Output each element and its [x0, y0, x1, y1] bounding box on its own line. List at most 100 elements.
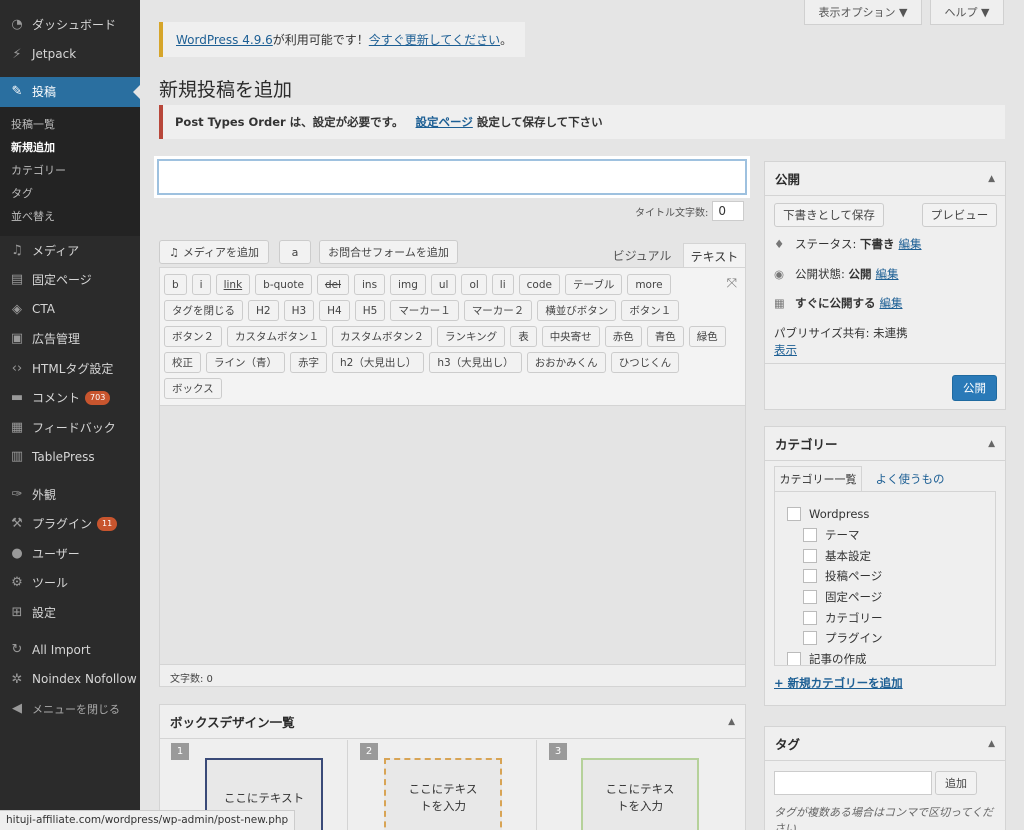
collapse-arrow-icon[interactable]: ▲: [988, 174, 995, 184]
update-now-link[interactable]: 今すぐ更新してください: [369, 31, 500, 48]
quicktag-button[interactable]: b-quote: [255, 274, 312, 295]
quicktag-button[interactable]: ライン（青）: [206, 352, 285, 373]
add-media-button[interactable]: ♫ メディアを追加: [159, 240, 269, 264]
menu-tools[interactable]: ⚙ ツール: [0, 568, 140, 598]
tab-text[interactable]: テキスト: [683, 243, 746, 268]
add-category-link[interactable]: + 新規カテゴリーを追加: [774, 675, 903, 691]
collapse-arrow-icon[interactable]: ▲: [988, 439, 995, 449]
quicktag-button[interactable]: li: [491, 274, 514, 295]
quicktag-button[interactable]: 中央寄せ: [541, 326, 600, 347]
category-checkbox[interactable]: [803, 631, 817, 646]
collapse-arrow-icon[interactable]: ▲: [728, 717, 735, 727]
show-publicize-link[interactable]: 表示: [774, 342, 797, 358]
settings-page-link[interactable]: 設定ページ: [416, 114, 473, 130]
quicktag-button[interactable]: マーカー１: [390, 300, 459, 321]
quicktag-button[interactable]: ins: [354, 274, 386, 295]
category-item[interactable]: プラグイン: [787, 628, 995, 649]
quicktag-button[interactable]: H2: [248, 300, 279, 321]
category-checkbox[interactable]: [803, 590, 817, 605]
menu-cta[interactable]: ◈ CTA: [0, 295, 140, 325]
fullscreen-icon[interactable]: ⤧: [727, 276, 737, 291]
version-link[interactable]: WordPress 4.9.6: [176, 33, 273, 47]
category-item[interactable]: 投稿ページ: [787, 566, 995, 587]
menu-users[interactable]: ● ユーザー: [0, 539, 140, 569]
category-checkbox[interactable]: [803, 610, 817, 625]
quicktag-button[interactable]: ボックス: [164, 378, 222, 399]
submenu-all-posts[interactable]: 投稿一覧: [0, 113, 140, 136]
quicktag-button[interactable]: H3: [283, 300, 315, 321]
tag-input[interactable]: [774, 771, 932, 795]
menu-comments[interactable]: ▬ コメント 703: [0, 383, 140, 413]
quicktag-button[interactable]: 緑色: [688, 326, 726, 347]
menu-settings[interactable]: ⊞ 設定: [0, 598, 140, 628]
menu-media[interactable]: ♫ メディア: [0, 236, 140, 266]
quicktag-button[interactable]: カスタムボタン１: [227, 326, 327, 347]
tab-all-categories[interactable]: カテゴリー一覧: [774, 466, 862, 491]
menu-dashboard[interactable]: ◔ ダッシュボード: [0, 10, 140, 40]
menu-pages[interactable]: ▤ 固定ページ: [0, 265, 140, 295]
quicktag-button[interactable]: タグを閉じる: [164, 300, 243, 321]
menu-plugins[interactable]: ⚒ プラグイン 11: [0, 509, 140, 539]
amazon-button[interactable]: a: [279, 240, 311, 264]
publish-header[interactable]: 公開 ▲: [765, 162, 1005, 196]
menu-tablepress[interactable]: ▥ TablePress: [0, 442, 140, 472]
menu-appearance[interactable]: ✑ 外観: [0, 480, 140, 510]
quicktag-button[interactable]: おおかみくん: [526, 352, 606, 373]
category-item[interactable]: 記事の作成: [787, 649, 995, 665]
menu-feedback[interactable]: ▦ フィードバック: [0, 413, 140, 443]
menu-noindex[interactable]: ✲ Noindex Nofollow: [0, 665, 140, 695]
quicktag-button[interactable]: テーブル: [564, 274, 623, 295]
quicktag-button[interactable]: H4: [319, 300, 350, 321]
quicktag-button[interactable]: ボタン１: [621, 300, 680, 321]
tab-visual[interactable]: ビジュアル: [606, 243, 678, 268]
quicktag-button[interactable]: ul: [430, 274, 457, 295]
quicktag-button[interactable]: img: [390, 274, 426, 295]
category-checkbox[interactable]: [787, 652, 801, 665]
categories-header[interactable]: カテゴリー ▲: [765, 427, 1005, 461]
preview-button[interactable]: プレビュー: [922, 203, 997, 227]
menu-posts[interactable]: ✎ 投稿: [0, 77, 140, 107]
edit-visibility-link[interactable]: 編集: [876, 266, 899, 282]
save-draft-button[interactable]: 下書きとして保存: [774, 203, 884, 227]
quicktag-button[interactable]: 赤色: [604, 326, 642, 347]
menu-ads[interactable]: ▣ 広告管理: [0, 324, 140, 354]
quicktag-button[interactable]: 赤字: [290, 352, 327, 373]
quicktag-button[interactable]: h2（大見出し）: [332, 352, 425, 373]
menu-collapse[interactable]: ◀ メニューを閉じる: [0, 694, 140, 724]
quicktag-button[interactable]: i: [191, 274, 211, 295]
quicktag-button[interactable]: del: [316, 274, 349, 295]
category-item[interactable]: Wordpress: [787, 504, 995, 525]
box-design-header[interactable]: ボックスデザイン一覧 ▲: [160, 705, 745, 739]
quicktag-button[interactable]: h3（大見出し）: [429, 352, 522, 373]
collapse-arrow-icon[interactable]: ▲: [988, 739, 995, 749]
add-tag-button[interactable]: 追加: [935, 771, 977, 795]
quicktag-button[interactable]: マーカー２: [463, 300, 533, 321]
quicktag-button[interactable]: 青色: [646, 326, 684, 347]
quicktag-button[interactable]: 横並びボタン: [537, 300, 617, 321]
menu-jetpack[interactable]: ⚡ Jetpack: [0, 40, 140, 70]
title-input[interactable]: [157, 159, 747, 195]
content-textarea[interactable]: [160, 405, 745, 665]
category-checkbox[interactable]: [803, 528, 817, 543]
quicktag-button[interactable]: ひつじくん: [610, 352, 680, 373]
category-checkbox[interactable]: [803, 548, 817, 563]
quicktag-button[interactable]: 校正: [164, 352, 201, 373]
screen-options-button[interactable]: 表示オプション ▼: [804, 0, 922, 25]
quicktag-button[interactable]: b: [164, 274, 187, 295]
edit-schedule-link[interactable]: 編集: [880, 295, 903, 311]
quicktag-button[interactable]: カスタムボタン２: [332, 326, 432, 347]
submenu-tags[interactable]: タグ: [0, 182, 140, 205]
help-button[interactable]: ヘルプ ▼: [930, 0, 1004, 25]
publish-button[interactable]: 公開: [952, 375, 997, 401]
quicktag-button[interactable]: ランキング: [437, 326, 506, 347]
category-checkbox[interactable]: [787, 507, 801, 522]
menu-html-tags[interactable]: ‹› HTMLタグ設定: [0, 354, 140, 384]
edit-status-link[interactable]: 編集: [899, 236, 922, 252]
quicktag-button[interactable]: 表: [510, 326, 537, 347]
quicktag-button[interactable]: ol: [461, 274, 487, 295]
category-item[interactable]: カテゴリー: [787, 607, 995, 628]
quicktag-button[interactable]: link: [215, 274, 251, 295]
category-checkbox[interactable]: [803, 569, 817, 584]
category-item[interactable]: テーマ: [787, 525, 995, 546]
quicktag-button[interactable]: ボタン２: [164, 326, 222, 347]
